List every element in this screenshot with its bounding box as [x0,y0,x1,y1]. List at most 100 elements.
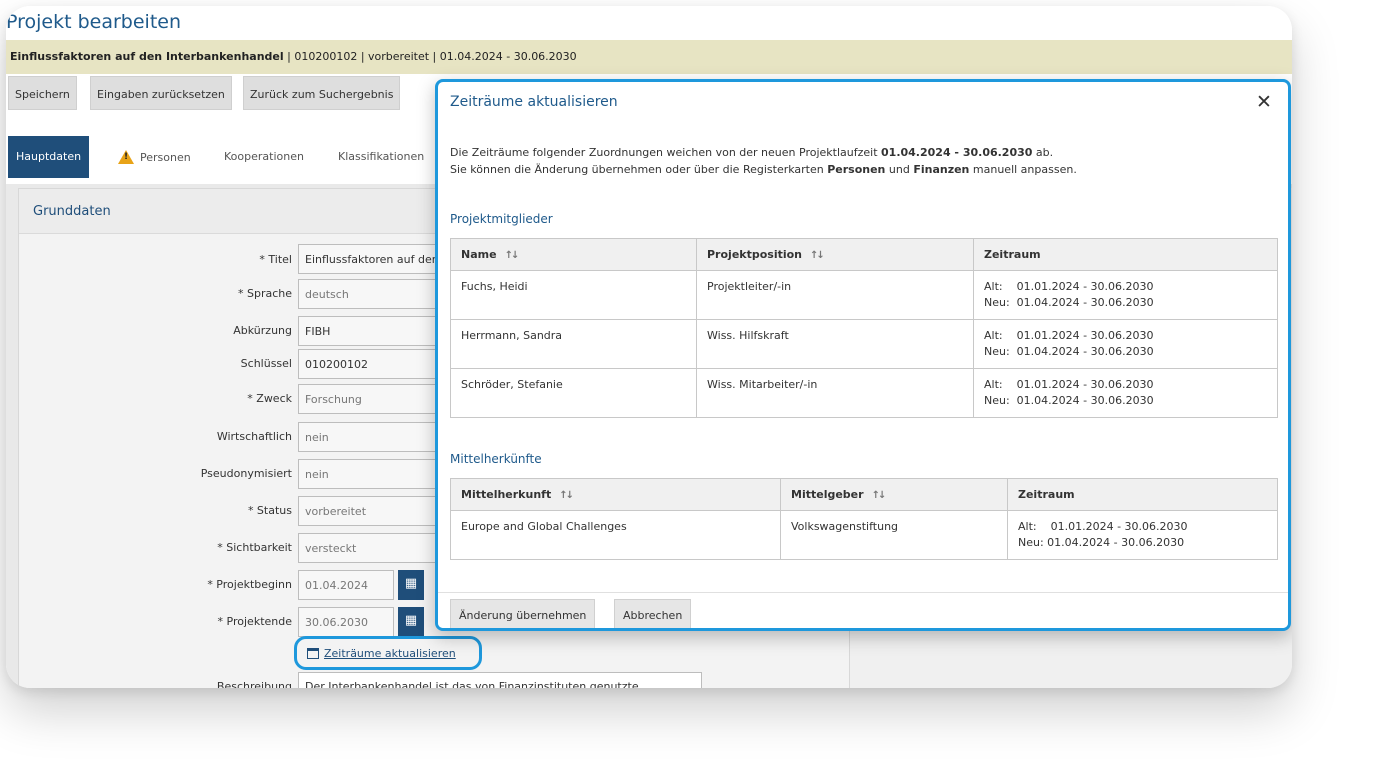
field-label-wirtschaftlich: Wirtschaftlich [216,430,292,443]
table-row: Herrmann, Sandra Wiss. Hilfskraft Alt: 0… [450,319,1278,369]
member-period: Alt: 01.01.2024 - 30.06.2030 Neu: 01.04.2… [973,319,1278,369]
sichtbarkeit-select[interactable]: versteckt [298,533,438,563]
zweck-select[interactable]: Forschung [298,384,438,414]
period-new: Neu: 01.04.2024 - 30.06.2030 [984,394,1154,407]
apply-change-button[interactable]: Änderung übernehmen [450,599,596,628]
sort-icon[interactable]: ↑↓ [559,490,574,501]
calendar-icon[interactable]: ▦ [398,570,424,600]
schluessel-input[interactable]: 010200102 [298,349,438,379]
tab-hauptdaten[interactable]: Hauptdaten [8,136,90,178]
period-old: Alt: 01.01.2024 - 30.06.2030 [984,329,1154,342]
col-projektposition-label: Projektposition [707,248,803,261]
intro-text: manuell anpassen. [969,163,1077,176]
table-row: Fuchs, Heidi Projektleiter/-in Alt: 01.0… [450,270,1278,320]
calendar-refresh-icon [307,648,319,659]
members-heading: Projektmitglieder [450,212,553,226]
col-name-label: Name [461,248,497,261]
member-period: Alt: 01.01.2024 - 30.06.2030 Neu: 01.04.2… [973,368,1278,418]
sprache-select[interactable]: deutsch [298,279,438,309]
reset-button[interactable]: Eingaben zurücksetzen [90,76,232,110]
funding-table: Mittelherkunft ↑↓ Mittelgeber ↑↓ Zeitraum … [450,478,1278,560]
col-mittelherkunft-label: Mittelherkunft [461,488,552,501]
funding-source: Europe and Global Challenges [450,510,781,560]
zeitraeume-dialog: Zeiträume aktualisieren ✕ Die Zeiträume … [435,79,1291,631]
beschreibung-textarea[interactable]: Der Interbankenhandel ist das von Finanz… [298,672,702,688]
field-label-pseudonymisiert: Pseudonymisiert [200,467,292,480]
field-label-sichtbarkeit: * Sichtbarkeit [217,541,292,554]
pseudonymisiert-select[interactable]: nein [298,459,438,489]
tab-kooperationen[interactable]: Kooperationen [216,136,312,178]
table-row: Europe and Global Challenges Volkswagens… [450,510,1278,560]
member-name: Schröder, Stefanie [450,368,697,418]
tab-personen[interactable]: Personen [110,136,199,178]
col-mittelherkunft[interactable]: Mittelherkunft ↑↓ [450,478,781,511]
zeitraeume-aktualisieren-label: Zeiträume aktualisieren [324,647,456,660]
titel-input[interactable]: Einflussfaktoren auf den [298,244,438,274]
field-label-abkuerzung: Abkürzung [233,324,292,337]
period-new: Neu: 01.04.2024 - 30.06.2030 [984,345,1154,358]
intro-tab-finanzen: Finanzen [913,163,970,176]
field-label-status: * Status [247,504,292,517]
period-new: Neu: 01.04.2024 - 30.06.2030 [1018,536,1185,549]
dialog-footer: Änderung übernehmen Abbrechen [438,592,1288,628]
intro-line-2: Sie können die Änderung übernehmen oder … [450,161,1077,178]
dialog-title: Zeiträume aktualisieren [450,94,618,110]
intro-tab-personen: Personen [827,163,886,176]
intro-line-1: Die Zeiträume folgender Zuordnungen weic… [450,144,1077,161]
period-old: Alt: 01.01.2024 - 30.06.2030 [1018,520,1188,533]
close-icon[interactable]: ✕ [1254,92,1274,112]
abkuerzung-input[interactable]: FIBH [298,316,438,346]
back-to-results-button[interactable]: Zurück zum Suchergebnis [243,76,401,110]
sort-icon[interactable]: ↑↓ [872,490,887,501]
warning-icon [118,150,134,164]
calendar-icon[interactable]: ▦ [398,607,424,637]
intro-text: und [885,163,914,176]
sort-icon[interactable]: ↑↓ [505,250,520,261]
cancel-button[interactable]: Abbrechen [614,599,692,628]
col-zeitraum: Zeitraum [1007,478,1278,511]
period-old: Alt: 01.01.2024 - 30.06.2030 [984,378,1154,391]
col-projektposition[interactable]: Projektposition ↑↓ [696,238,974,271]
member-position: Projektleiter/-in [696,270,974,320]
app-window: Projekt bearbeiten Einflussfaktoren auf … [6,6,1292,688]
tab-klassifikationen[interactable]: Klassifikationen [330,136,432,178]
project-name: Einflussfaktoren auf den Interbankenhand… [10,50,284,63]
sort-icon[interactable]: ↑↓ [810,250,825,261]
funding-period: Alt: 01.01.2024 - 30.06.2030 Neu: 01.04.2… [1007,510,1278,560]
col-name[interactable]: Name ↑↓ [450,238,697,271]
field-label-titel: * Titel [259,253,292,266]
table-header-row: Mittelherkunft ↑↓ Mittelgeber ↑↓ Zeitraum [450,478,1278,511]
period-new: Neu: 01.04.2024 - 30.06.2030 [984,296,1154,309]
field-label-zweck: * Zweck [247,392,292,405]
col-mittelgeber[interactable]: Mittelgeber ↑↓ [780,478,1008,511]
tab-personen-label: Personen [140,151,191,164]
field-label-projektbeginn: * Projektbeginn [207,578,292,591]
table-header-row: Name ↑↓ Projektposition ↑↓ Zeitraum [450,238,1278,271]
project-context-bar: Einflussfaktoren auf den Interbankenhand… [6,40,1292,74]
member-position: Wiss. Mitarbeiter/-in [696,368,974,418]
funding-heading: Mittelherkünfte [450,452,542,466]
member-position: Wiss. Hilfskraft [696,319,974,369]
member-name: Fuchs, Heidi [450,270,697,320]
table-row: Schröder, Stefanie Wiss. Mitarbeiter/-in… [450,368,1278,418]
projektbeginn-input[interactable]: 01.04.2024 [298,570,394,600]
status-select[interactable]: vorbereitet [298,496,438,526]
intro-text: Die Zeiträume folgender Zuordnungen weic… [450,146,882,159]
col-mittelgeber-label: Mittelgeber [791,488,864,501]
page-title: Projekt bearbeiten [6,6,1292,40]
member-period: Alt: 01.01.2024 - 30.06.2030 Neu: 01.04.2… [973,270,1278,320]
intro-text: ab. [1032,146,1054,159]
field-label-sprache: * Sprache [237,287,292,300]
funding-funder: Volkswagenstiftung [780,510,1008,560]
stage: Projekt bearbeiten Einflussfaktoren auf … [0,0,1385,783]
col-zeitraum: Zeitraum [973,238,1278,271]
period-old: Alt: 01.01.2024 - 30.06.2030 [984,280,1154,293]
wirtschaftlich-select[interactable]: nein [298,422,438,452]
field-label-schluessel: Schlüssel [240,357,292,370]
save-button[interactable]: Speichern [8,76,77,110]
dialog-intro: Die Zeiträume folgender Zuordnungen weic… [450,144,1077,178]
member-name: Herrmann, Sandra [450,319,697,369]
field-label-beschreibung: Beschreibung [216,680,292,688]
zeitraeume-aktualisieren-link[interactable]: Zeiträume aktualisieren [294,636,482,670]
projektende-input[interactable]: 30.06.2030 [298,607,394,637]
